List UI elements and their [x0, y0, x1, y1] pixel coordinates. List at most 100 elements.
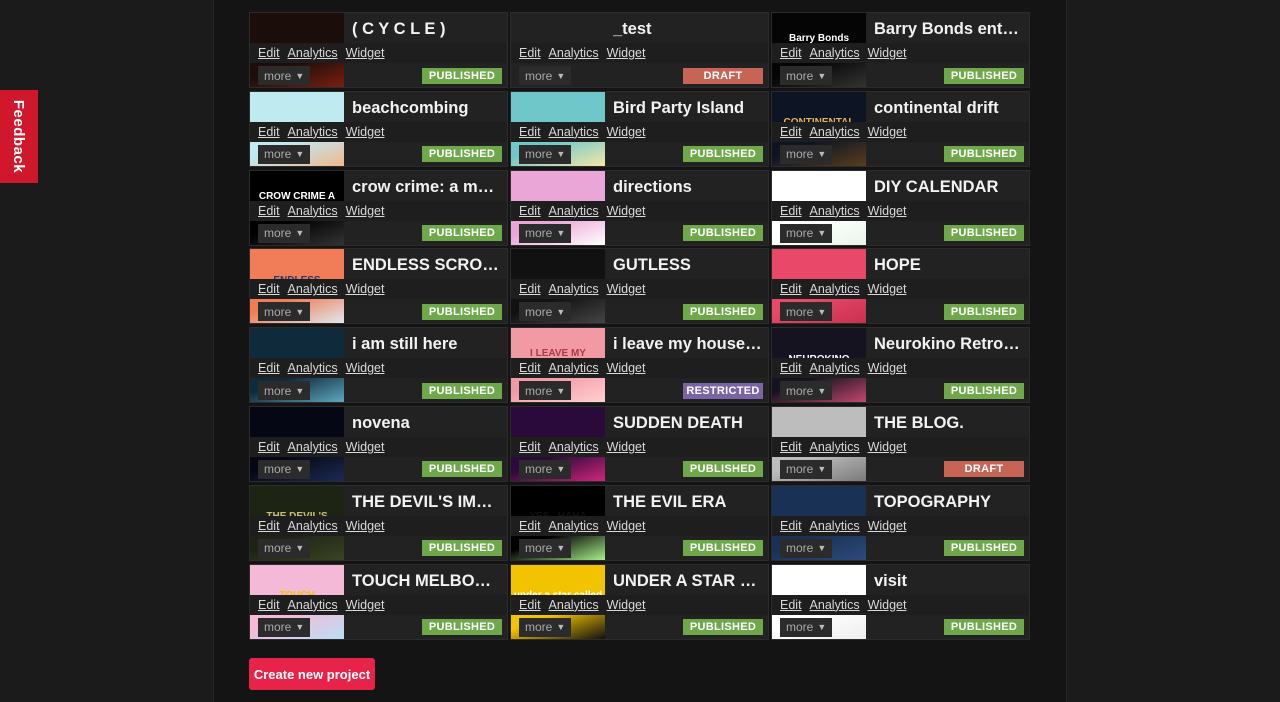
- edit-link[interactable]: Edit: [258, 282, 280, 296]
- analytics-link[interactable]: Analytics: [288, 282, 338, 296]
- more-dropdown[interactable]: more ▼: [519, 381, 571, 401]
- analytics-link[interactable]: Analytics: [549, 125, 599, 139]
- more-dropdown[interactable]: more ▼: [780, 223, 832, 243]
- analytics-link[interactable]: Analytics: [288, 440, 338, 454]
- edit-link[interactable]: Edit: [519, 204, 541, 218]
- widget-link[interactable]: Widget: [868, 125, 907, 139]
- widget-link[interactable]: Widget: [607, 46, 646, 60]
- analytics-link[interactable]: Analytics: [810, 440, 860, 454]
- widget-link[interactable]: Widget: [346, 519, 385, 533]
- widget-link[interactable]: Widget: [868, 519, 907, 533]
- feedback-tab[interactable]: Feedback: [0, 90, 38, 183]
- more-dropdown[interactable]: more ▼: [519, 66, 571, 85]
- more-dropdown[interactable]: more ▼: [780, 302, 832, 322]
- analytics-link[interactable]: Analytics: [288, 519, 338, 533]
- widget-link[interactable]: Widget: [868, 598, 907, 612]
- analytics-link[interactable]: Analytics: [288, 204, 338, 218]
- widget-link[interactable]: Widget: [868, 46, 907, 60]
- chevron-down-icon: ▼: [556, 464, 566, 475]
- widget-link[interactable]: Widget: [868, 440, 907, 454]
- widget-link[interactable]: Widget: [607, 519, 646, 533]
- more-dropdown[interactable]: more ▼: [258, 144, 310, 164]
- more-dropdown[interactable]: more ▼: [780, 538, 832, 558]
- edit-link[interactable]: Edit: [519, 125, 541, 139]
- edit-link[interactable]: Edit: [258, 361, 280, 375]
- edit-link[interactable]: Edit: [780, 440, 802, 454]
- widget-link[interactable]: Widget: [607, 282, 646, 296]
- edit-link[interactable]: Edit: [780, 125, 802, 139]
- edit-link[interactable]: Edit: [258, 46, 280, 60]
- widget-link[interactable]: Widget: [607, 125, 646, 139]
- widget-link[interactable]: Widget: [607, 598, 646, 612]
- widget-link[interactable]: Widget: [346, 125, 385, 139]
- more-dropdown[interactable]: more ▼: [258, 66, 310, 85]
- more-dropdown[interactable]: more ▼: [519, 459, 571, 479]
- widget-link[interactable]: Widget: [868, 361, 907, 375]
- edit-link[interactable]: Edit: [519, 282, 541, 296]
- more-dropdown[interactable]: more ▼: [780, 144, 832, 164]
- more-dropdown[interactable]: more ▼: [519, 144, 571, 164]
- widget-link[interactable]: Widget: [868, 282, 907, 296]
- analytics-link[interactable]: Analytics: [288, 361, 338, 375]
- analytics-link[interactable]: Analytics: [549, 361, 599, 375]
- more-dropdown[interactable]: more ▼: [519, 617, 571, 637]
- more-dropdown[interactable]: more ▼: [258, 302, 310, 322]
- edit-link[interactable]: Edit: [780, 519, 802, 533]
- widget-link[interactable]: Widget: [607, 361, 646, 375]
- analytics-link[interactable]: Analytics: [549, 204, 599, 218]
- widget-link[interactable]: Widget: [346, 440, 385, 454]
- analytics-link[interactable]: Analytics: [549, 282, 599, 296]
- widget-link[interactable]: Widget: [346, 282, 385, 296]
- edit-link[interactable]: Edit: [519, 361, 541, 375]
- edit-link[interactable]: Edit: [258, 519, 280, 533]
- more-dropdown[interactable]: more ▼: [780, 66, 832, 85]
- more-dropdown[interactable]: more ▼: [780, 617, 832, 637]
- more-dropdown[interactable]: more ▼: [519, 302, 571, 322]
- more-dropdown[interactable]: more ▼: [780, 381, 832, 401]
- more-dropdown[interactable]: more ▼: [519, 223, 571, 243]
- edit-link[interactable]: Edit: [780, 46, 802, 60]
- more-dropdown[interactable]: more ▼: [258, 381, 310, 401]
- widget-link[interactable]: Widget: [346, 361, 385, 375]
- analytics-link[interactable]: Analytics: [549, 598, 599, 612]
- analytics-link[interactable]: Analytics: [810, 519, 860, 533]
- analytics-link[interactable]: Analytics: [288, 125, 338, 139]
- widget-link[interactable]: Widget: [607, 440, 646, 454]
- analytics-link[interactable]: Analytics: [549, 46, 599, 60]
- widget-link[interactable]: Widget: [346, 46, 385, 60]
- more-dropdown[interactable]: more ▼: [258, 459, 310, 479]
- analytics-link[interactable]: Analytics: [810, 361, 860, 375]
- analytics-link[interactable]: Analytics: [810, 204, 860, 218]
- edit-link[interactable]: Edit: [258, 125, 280, 139]
- create-new-project-button[interactable]: Create new project: [249, 658, 375, 690]
- analytics-link[interactable]: Analytics: [288, 46, 338, 60]
- analytics-link[interactable]: Analytics: [810, 598, 860, 612]
- more-dropdown[interactable]: more ▼: [780, 459, 832, 479]
- edit-link[interactable]: Edit: [519, 519, 541, 533]
- edit-link[interactable]: Edit: [780, 282, 802, 296]
- edit-link[interactable]: Edit: [519, 598, 541, 612]
- edit-link[interactable]: Edit: [519, 46, 541, 60]
- analytics-link[interactable]: Analytics: [810, 125, 860, 139]
- edit-link[interactable]: Edit: [519, 440, 541, 454]
- project-title: Bird Party Island: [613, 98, 745, 117]
- edit-link[interactable]: Edit: [258, 598, 280, 612]
- more-dropdown[interactable]: more ▼: [258, 223, 310, 243]
- edit-link[interactable]: Edit: [258, 440, 280, 454]
- analytics-link[interactable]: Analytics: [810, 282, 860, 296]
- edit-link[interactable]: Edit: [258, 204, 280, 218]
- widget-link[interactable]: Widget: [607, 204, 646, 218]
- more-dropdown[interactable]: more ▼: [519, 538, 571, 558]
- more-dropdown[interactable]: more ▼: [258, 617, 310, 637]
- widget-link[interactable]: Widget: [868, 204, 907, 218]
- analytics-link[interactable]: Analytics: [810, 46, 860, 60]
- analytics-link[interactable]: Analytics: [549, 519, 599, 533]
- more-dropdown[interactable]: more ▼: [258, 538, 310, 558]
- edit-link[interactable]: Edit: [780, 598, 802, 612]
- edit-link[interactable]: Edit: [780, 204, 802, 218]
- edit-link[interactable]: Edit: [780, 361, 802, 375]
- widget-link[interactable]: Widget: [346, 204, 385, 218]
- analytics-link[interactable]: Analytics: [288, 598, 338, 612]
- analytics-link[interactable]: Analytics: [549, 440, 599, 454]
- widget-link[interactable]: Widget: [346, 598, 385, 612]
